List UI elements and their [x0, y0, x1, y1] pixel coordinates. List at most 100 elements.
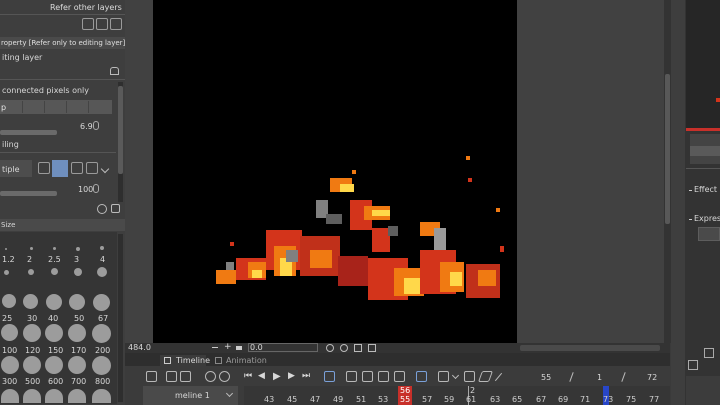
next-frame-icon[interactable]: ▶: [288, 371, 295, 381]
wrench-icon[interactable]: [111, 204, 120, 213]
trash-icon[interactable]: [110, 18, 122, 30]
zoom-in-icon[interactable]: [219, 371, 230, 382]
brush-preset[interactable]: [45, 389, 63, 403]
layer-list[interactable]: [686, 376, 720, 405]
brush-size-tab[interactable]: Size: [1, 221, 15, 229]
layer-settings-icon[interactable]: [704, 348, 714, 358]
copy-layer-icon[interactable]: [96, 18, 108, 30]
brush-preset[interactable]: [45, 356, 63, 374]
selection-check-icon[interactable]: [71, 162, 83, 174]
brush-preset[interactable]: [28, 269, 34, 275]
rotate-right-icon[interactable]: [340, 344, 348, 352]
start-frame-field[interactable]: 1: [597, 373, 602, 382]
rotate-left-icon[interactable]: [326, 344, 334, 352]
zoom-out-icon[interactable]: [212, 347, 218, 348]
onion-skin-next-icon[interactable]: [362, 371, 373, 382]
brush-preset[interactable]: [1, 389, 19, 403]
brush-preset[interactable]: [68, 356, 86, 374]
layer-mode-icon[interactable]: [38, 162, 50, 174]
spinner-icon[interactable]: [93, 121, 99, 130]
brush-size-scrollbar[interactable]: [118, 234, 123, 402]
divider: [0, 152, 116, 153]
frame-number: 59: [444, 395, 455, 404]
last-frame-icon[interactable]: ⏭: [302, 371, 310, 381]
lock-icon[interactable]: [110, 67, 119, 75]
play-icon[interactable]: ▶: [273, 371, 281, 382]
layer-panel-icon[interactable]: [688, 360, 698, 370]
zoom-out-icon[interactable]: [205, 371, 216, 382]
brush-preset[interactable]: [76, 247, 80, 251]
brush-preset[interactable]: [1, 356, 19, 374]
new-layer-icon[interactable]: [82, 18, 94, 30]
loop-icon[interactable]: [324, 371, 335, 382]
brush-preset[interactable]: [23, 389, 41, 403]
tool-settings-icon[interactable]: [97, 204, 107, 214]
opacity-slider[interactable]: [0, 191, 57, 196]
brush-preset[interactable]: [97, 267, 107, 277]
brush-size-label: 3: [74, 255, 80, 264]
brush-preset[interactable]: [4, 270, 9, 275]
folder-icon[interactable]: [86, 162, 98, 174]
navigator-preview[interactable]: [686, 0, 720, 128]
reset-icon[interactable]: [368, 344, 376, 352]
vertical-scrollbar-thumb[interactable]: [665, 74, 670, 224]
brush-preset[interactable]: [92, 324, 111, 343]
frame-settings-icon[interactable]: [180, 371, 191, 382]
rotation-field[interactable]: [248, 343, 318, 352]
cel-icon[interactable]: [416, 371, 427, 382]
brush-size-label: 2: [27, 255, 33, 264]
gap-slider[interactable]: [0, 100, 112, 114]
reference-layer-icon[interactable]: [52, 160, 68, 177]
brush-preset[interactable]: [23, 324, 41, 342]
brush-preset[interactable]: [46, 294, 62, 310]
frame-icon[interactable]: [166, 371, 177, 382]
brush-preset[interactable]: [23, 356, 41, 374]
brush-preset[interactable]: [1, 324, 18, 341]
brush-preset[interactable]: [100, 246, 104, 250]
brush-preset[interactable]: [23, 294, 38, 309]
spread-value[interactable]: 6.9: [80, 122, 93, 131]
spinner-icon[interactable]: [93, 184, 99, 193]
interpolation-icon[interactable]: [464, 371, 475, 382]
brush-preset[interactable]: [53, 247, 56, 250]
brush-preset[interactable]: [92, 389, 111, 403]
first-frame-icon[interactable]: ⏮: [244, 371, 252, 381]
track-name[interactable]: meline 1: [175, 391, 210, 400]
prev-frame-icon[interactable]: ◀: [258, 371, 265, 381]
tab-animation[interactable]: Animation: [226, 356, 267, 365]
flip-icon[interactable]: [354, 344, 362, 352]
current-frame-field[interactable]: 55: [541, 373, 551, 382]
frame-number: 65: [512, 395, 523, 404]
onion-skin-icon[interactable]: [346, 371, 357, 382]
brush-preset[interactable]: [51, 268, 58, 275]
brush-preset[interactable]: [68, 389, 86, 403]
fire-pixel: [500, 246, 504, 252]
brush-size-label: 2.5: [48, 255, 61, 264]
opacity-value[interactable]: 100: [78, 185, 93, 194]
expression-dropdown[interactable]: [698, 227, 720, 241]
brush-preset[interactable]: [5, 248, 7, 250]
end-frame-field[interactable]: 72: [647, 373, 657, 382]
zoom-slider[interactable]: [236, 346, 242, 350]
brush-preset[interactable]: [69, 294, 85, 310]
brush-preset[interactable]: [2, 294, 16, 308]
keyframe-icon[interactable]: [438, 371, 449, 382]
brush-preset[interactable]: [45, 324, 63, 342]
zoom-in-icon[interactable]: +: [224, 342, 232, 352]
onion-skin-settings-icon[interactable]: [378, 371, 389, 382]
brush-preset[interactable]: [74, 268, 82, 276]
brush-preset[interactable]: [93, 294, 110, 311]
spread-slider[interactable]: [0, 130, 57, 135]
brush-size-row: [0, 244, 117, 254]
frame-number: 75: [626, 395, 637, 404]
brush-preset[interactable]: [68, 324, 86, 342]
brush-size-row: [0, 356, 117, 376]
new-timeline-icon[interactable]: [146, 371, 157, 382]
brush-preset[interactable]: [30, 247, 33, 250]
light-table-icon[interactable]: [394, 371, 405, 382]
zoom-value[interactable]: 484.0: [128, 343, 151, 352]
brush-size-label: 170: [71, 346, 87, 355]
horizontal-scrollbar[interactable]: [520, 345, 660, 351]
scrollbar-thumb[interactable]: [118, 86, 123, 174]
brush-preset[interactable]: [92, 356, 111, 375]
